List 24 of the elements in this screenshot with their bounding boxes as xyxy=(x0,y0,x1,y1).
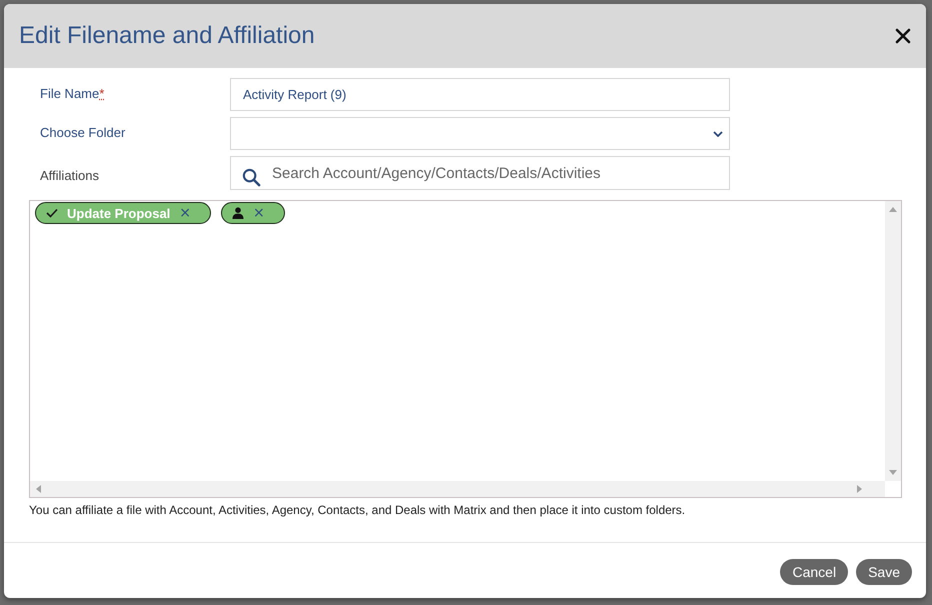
check-icon xyxy=(46,208,58,218)
help-text: You can affiliate a file with Account, Activities, Agency, Contacts, and Deals with Matrix and then place it into custom folders. xyxy=(29,503,686,517)
tag-label: Update Proposal xyxy=(67,206,170,220)
file-name-field[interactable]: Activity Report (9) xyxy=(230,78,730,111)
vertical-scrollbar[interactable] xyxy=(885,201,901,481)
remove-button[interactable]: × xyxy=(253,206,265,220)
dialog-button[interactable]: Cancel xyxy=(780,558,848,584)
scroll-down-icon xyxy=(889,470,897,475)
close-button[interactable] xyxy=(894,27,912,45)
search-icon xyxy=(242,168,261,187)
dialog-title: Edit Filename and Affiliation xyxy=(19,22,315,50)
dialog-button[interactable]: Save xyxy=(856,558,912,584)
person-icon xyxy=(232,207,244,219)
field-label: Affiliations xyxy=(40,167,100,183)
field-label: File Name* xyxy=(40,85,106,101)
chevron-down-icon xyxy=(713,130,723,136)
scroll-left-icon xyxy=(36,485,41,493)
folder-dropdown[interactable] xyxy=(230,117,730,150)
horizontal-scrollbar[interactable] xyxy=(30,481,885,497)
remove-button[interactable]: × xyxy=(179,206,192,220)
field-label: Choose Folder xyxy=(40,124,126,140)
search-field[interactable]: Search Account/Agency/Contacts/Deals/Activities xyxy=(230,156,730,190)
scroll-right-icon xyxy=(857,485,862,493)
scroll-up-icon xyxy=(889,207,897,212)
